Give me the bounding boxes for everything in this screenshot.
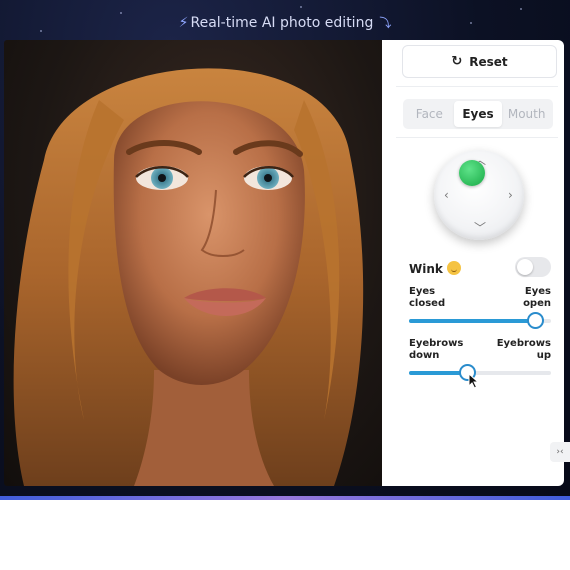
eyes-open-label-line2: open (523, 298, 551, 309)
curved-arrow-icon: ⤵ (379, 16, 392, 30)
collapse-panel-icon[interactable]: ›‹ (550, 442, 570, 462)
eyes-open-slider-block: Eyes closed Eyes open (409, 286, 551, 329)
chevron-right-icon[interactable]: › (508, 189, 513, 201)
chevron-down-icon[interactable]: ﹀ (474, 222, 486, 234)
divider (396, 137, 558, 138)
hero-stage: ⚡ Real-time AI photo editing ⤵ ↻ Reset F… (0, 0, 570, 500)
eyes-open-slider[interactable] (409, 312, 551, 329)
toggle-knob[interactable] (517, 259, 533, 275)
rotate-cw-icon: ↻ (451, 54, 463, 69)
slider-thumb[interactable] (527, 312, 545, 329)
reset-button[interactable]: ↻ Reset (402, 45, 557, 78)
mouse-cursor-icon (468, 373, 480, 389)
tab-mouth[interactable]: Mouth (502, 101, 551, 127)
wink-label-wrap: Wink (409, 258, 461, 277)
divider (396, 86, 558, 87)
headline-text: Real-time AI photo editing (190, 15, 374, 31)
eyebrows-up-label-line2: up (536, 350, 551, 361)
wink-row: Wink (409, 256, 551, 278)
wink-toggle[interactable] (515, 257, 551, 277)
eyebrows-down-label-line2: down (409, 350, 440, 361)
tab-face[interactable]: Face (405, 101, 454, 127)
eyes-closed-label-line1: Eyes (409, 286, 436, 297)
star (300, 6, 302, 8)
lightning-bolt-icon: ⚡ (178, 15, 189, 31)
star (520, 8, 522, 10)
accent-glow-line (0, 496, 570, 500)
direction-joystick[interactable]: ︿ ‹ › ﹀ (434, 150, 524, 240)
portrait-photo (4, 40, 382, 486)
winking-face-icon (446, 261, 461, 275)
chevron-left-icon[interactable]: ‹ (444, 189, 449, 201)
eyebrows-up-label: Eyebrows up (497, 338, 551, 362)
reset-label: Reset (469, 54, 508, 69)
editor-panel: ↻ Reset Face Eyes Mouth ︿ ‹ › ﹀ Wink Eye… (382, 40, 564, 486)
eyes-open-label: Eyes open (523, 286, 551, 310)
slider-fill (409, 319, 536, 323)
eyebrows-up-label-line1: Eyebrows (496, 338, 551, 349)
eyebrows-slider[interactable] (409, 364, 551, 381)
wink-label: Wink (409, 261, 443, 276)
eyes-closed-label: Eyes closed (409, 286, 445, 310)
eyebrows-down-label-line1: Eyebrows (409, 338, 464, 349)
eyebrows-down-label: Eyebrows down (409, 338, 463, 362)
tab-eyes[interactable]: Eyes (453, 101, 503, 127)
eyes-open-label-line1: Eyes (524, 286, 551, 297)
feature-tabs: Face Eyes Mouth (403, 99, 553, 129)
portrait-illustration (13, 68, 364, 486)
eyes-closed-label-line2: closed (409, 298, 446, 309)
joystick-handle[interactable] (459, 160, 485, 186)
eyebrows-slider-block: Eyebrows down Eyebrows up (409, 338, 551, 381)
headline: ⚡ Real-time AI photo editing ⤵ (0, 14, 570, 31)
